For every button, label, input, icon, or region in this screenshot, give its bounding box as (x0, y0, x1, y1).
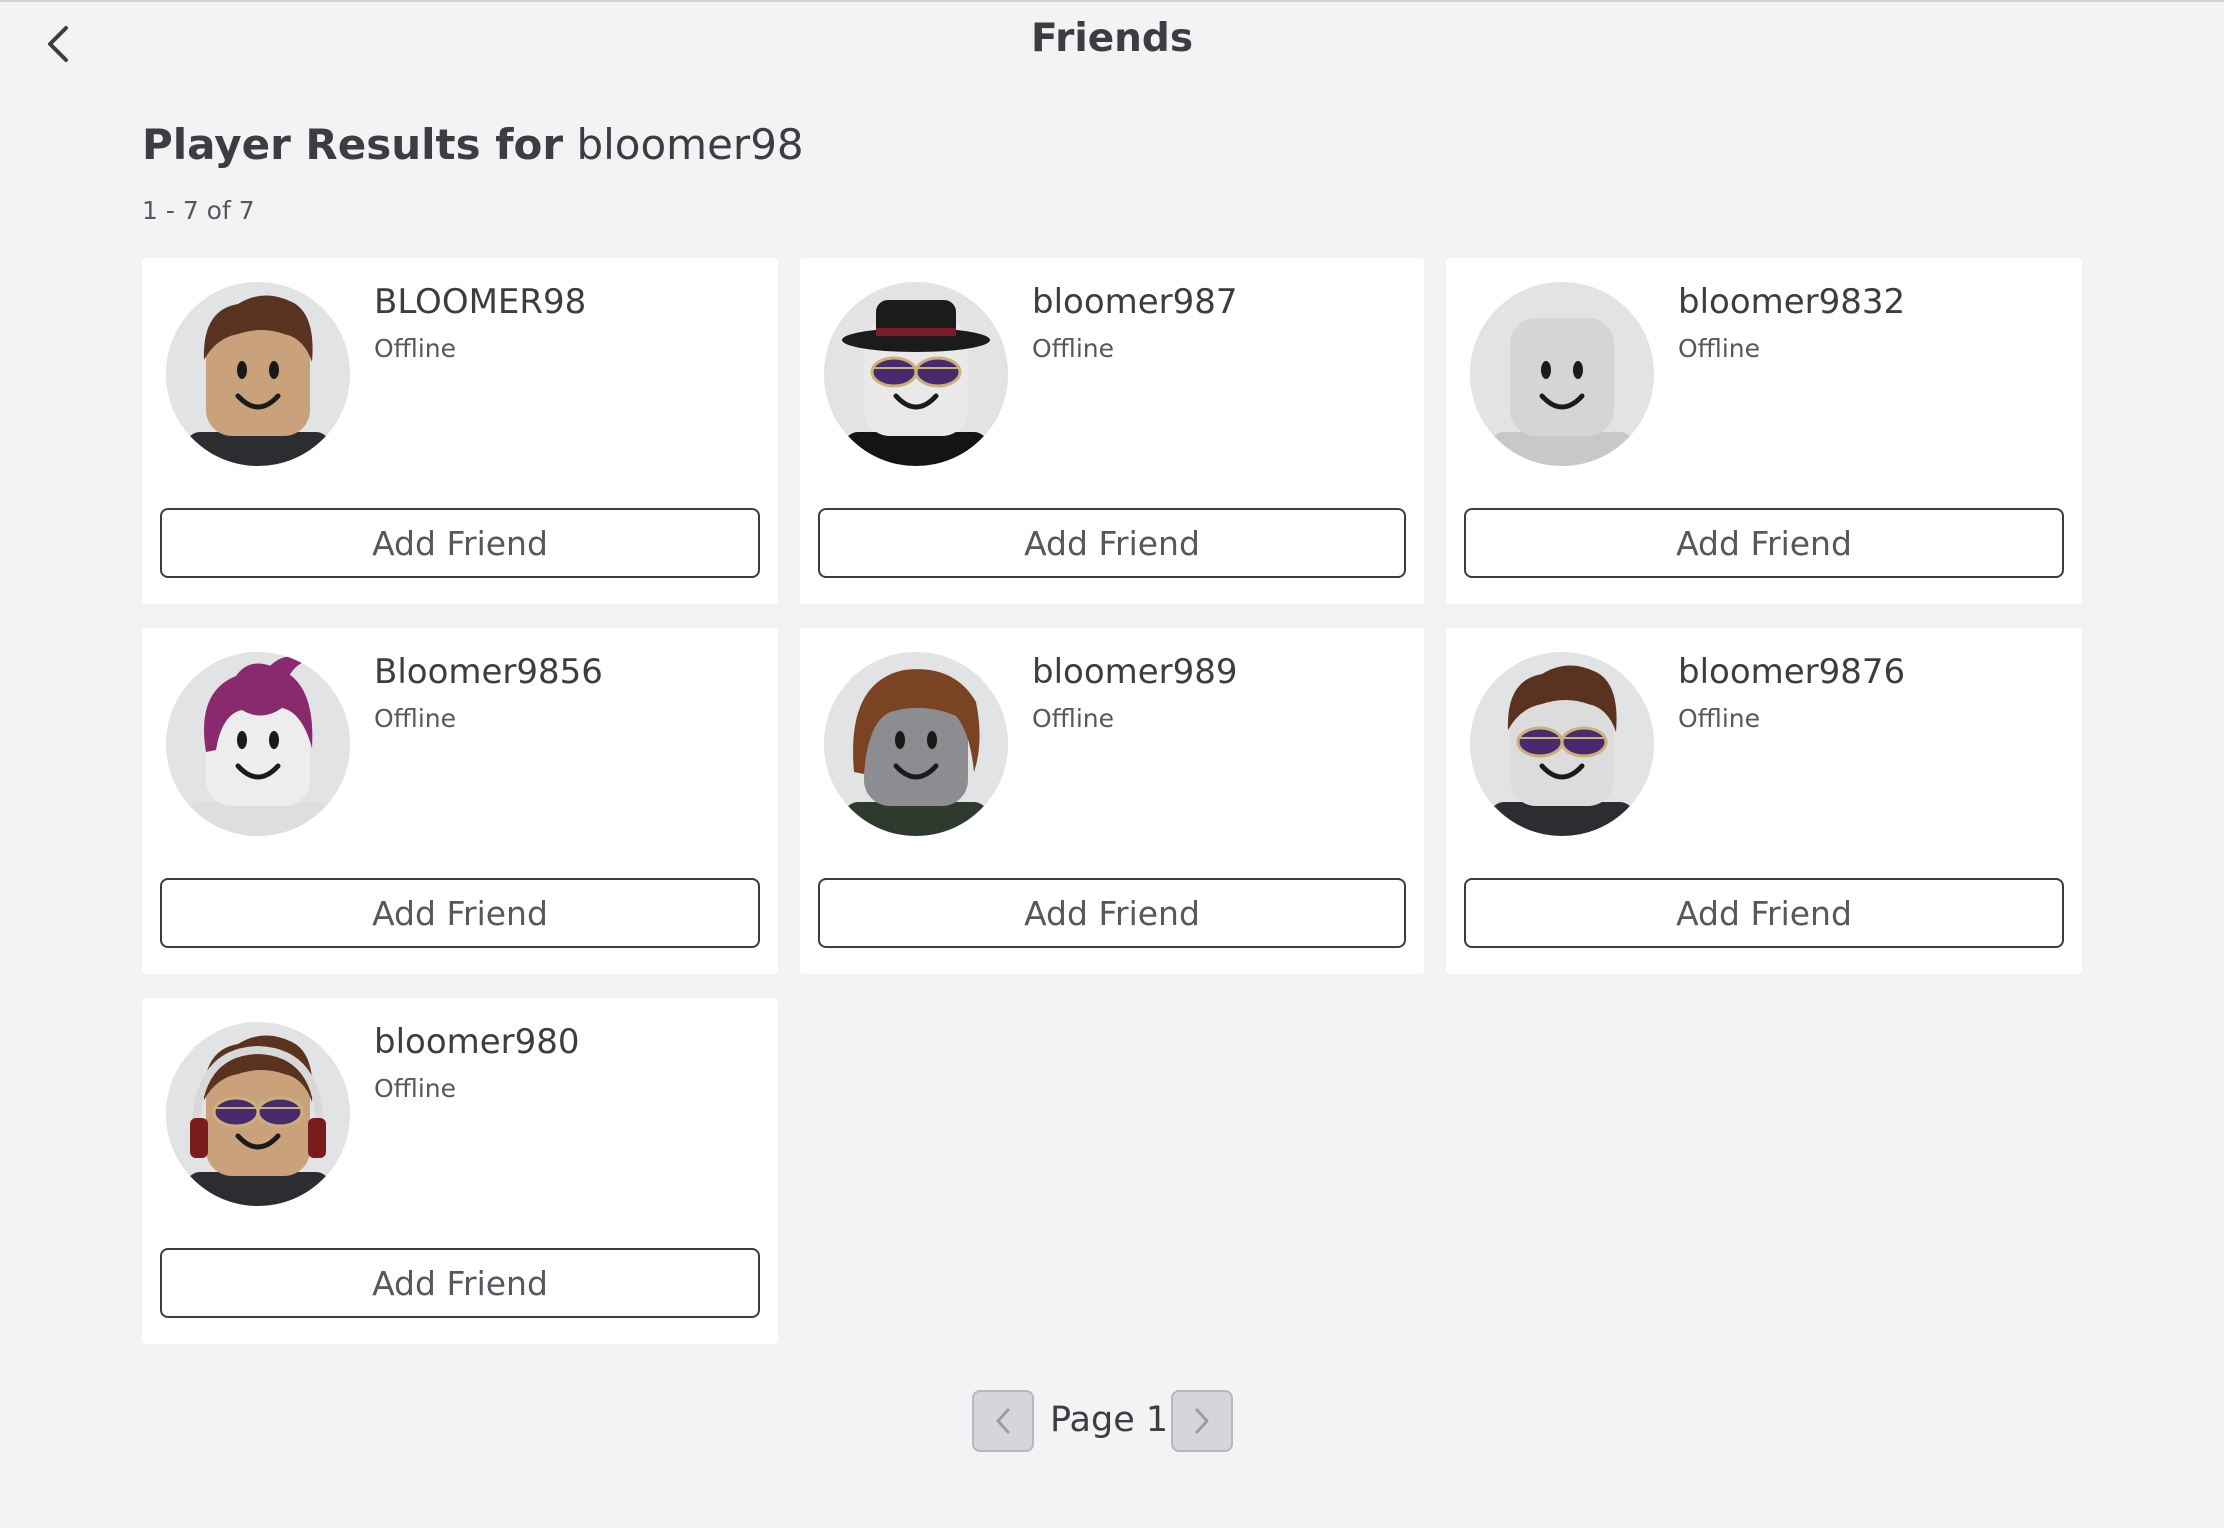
previous-page-button[interactable] (972, 1390, 1034, 1452)
player-status: Offline (374, 334, 457, 363)
player-name[interactable]: BLOOMER98 (374, 282, 586, 322)
player-status: Offline (1678, 334, 1761, 363)
player-name[interactable]: bloomer980 (374, 1022, 580, 1062)
player-card[interactable]: bloomer987 Offline Add Friend (800, 258, 1424, 604)
player-name[interactable]: bloomer9876 (1678, 652, 1905, 692)
add-friend-button[interactable]: Add Friend (160, 878, 760, 948)
results-heading-prefix: Player Results for (142, 120, 564, 169)
add-friend-button[interactable]: Add Friend (818, 878, 1406, 948)
player-status: Offline (1678, 704, 1761, 733)
player-card[interactable]: bloomer9876 Offline Add Friend (1446, 628, 2082, 974)
results-heading: Player Results for bloomer98 (142, 120, 804, 169)
chevron-left-icon (996, 1408, 1010, 1434)
results-query: bloomer98 (576, 120, 804, 169)
results-count: 1 - 7 of 7 (142, 196, 255, 225)
page-label: Page 1 (1050, 1400, 1169, 1440)
page-title: Friends (1030, 16, 1194, 61)
avatar[interactable] (824, 282, 1008, 466)
player-name[interactable]: bloomer9832 (1678, 282, 1905, 322)
player-status: Offline (374, 704, 457, 733)
avatar[interactable] (166, 282, 350, 466)
avatar[interactable] (166, 1022, 350, 1206)
add-friend-button[interactable]: Add Friend (818, 508, 1406, 578)
add-friend-button[interactable]: Add Friend (1464, 508, 2064, 578)
player-card[interactable]: bloomer980 Offline Add Friend (142, 998, 778, 1344)
avatar[interactable] (166, 652, 350, 836)
player-name[interactable]: bloomer987 (1032, 282, 1238, 322)
player-status: Offline (1032, 334, 1115, 363)
avatar[interactable] (1470, 652, 1654, 836)
avatar[interactable] (824, 652, 1008, 836)
player-card[interactable]: Bloomer9856 Offline Add Friend (142, 628, 778, 974)
player-status: Offline (374, 1074, 457, 1103)
player-card[interactable]: BLOOMER98 Offline Add Friend (142, 258, 778, 604)
player-name[interactable]: Bloomer9856 (374, 652, 603, 692)
avatar[interactable] (1470, 282, 1654, 466)
add-friend-button[interactable]: Add Friend (160, 508, 760, 578)
player-status: Offline (1032, 704, 1115, 733)
pagination: Page 1 (0, 1390, 2224, 1454)
player-name[interactable]: bloomer989 (1032, 652, 1238, 692)
add-friend-button[interactable]: Add Friend (1464, 878, 2064, 948)
chevron-right-icon (1195, 1408, 1209, 1434)
player-card[interactable]: bloomer9832 Offline Add Friend (1446, 258, 2082, 604)
header: Friends (0, 0, 2224, 90)
player-card[interactable]: bloomer989 Offline Add Friend (800, 628, 1424, 974)
next-page-button[interactable] (1171, 1390, 1233, 1452)
add-friend-button[interactable]: Add Friend (160, 1248, 760, 1318)
